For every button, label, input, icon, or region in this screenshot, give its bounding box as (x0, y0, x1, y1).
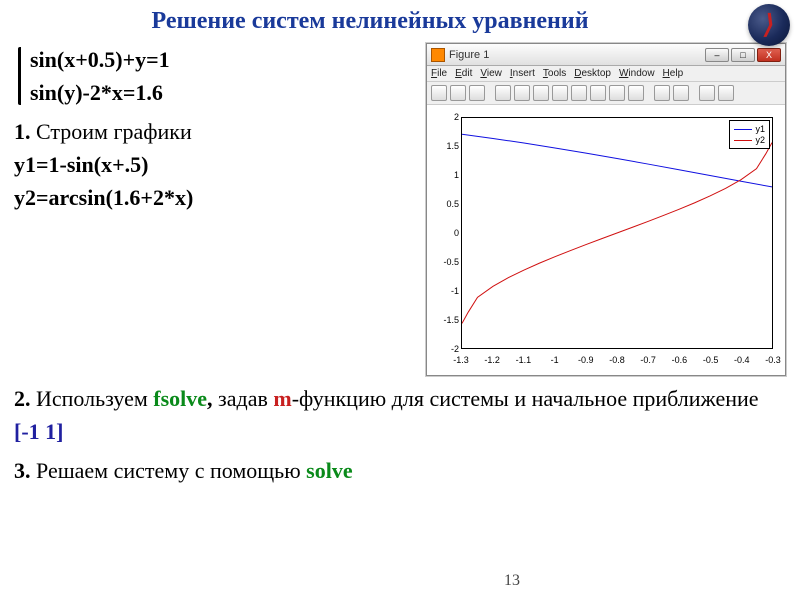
window-maximize-button[interactable]: □ (731, 48, 755, 62)
xtick: -1 (551, 355, 559, 365)
figure-window: Figure 1 – □ X File Edit View Insert Too… (426, 43, 786, 376)
xtick: -1.1 (516, 355, 532, 365)
toolbar-pan-icon[interactable] (552, 85, 568, 101)
toolbar-zoomout-icon[interactable] (533, 85, 549, 101)
window-close-button[interactable]: X (757, 48, 781, 62)
legend[interactable]: y1 y2 (729, 120, 770, 149)
menu-edit[interactable]: Edit (455, 68, 472, 79)
toolbar-showtools-icon[interactable] (718, 85, 734, 101)
legend-row-y2: y2 (734, 135, 765, 145)
y1-formula: y1=1-sin(x+.5) (14, 148, 416, 181)
menu-file[interactable]: File (431, 68, 447, 79)
xtick: -0.6 (672, 355, 688, 365)
menu-desktop[interactable]: Desktop (574, 68, 611, 79)
slide-title: Решение систем нелинейных уравнений (14, 8, 786, 35)
step-3-text-a: Решаем систему с помощью (31, 458, 307, 483)
solve-keyword: solve (306, 458, 352, 483)
toolbar-print-icon[interactable] (469, 85, 485, 101)
step-2-num: 2. (14, 386, 31, 411)
xtick: -0.4 (734, 355, 750, 365)
toolbar-new-icon[interactable] (431, 85, 447, 101)
step-2-text-b: задав (213, 386, 274, 411)
figure-titlebar[interactable]: Figure 1 – □ X (427, 44, 785, 66)
legend-label-y1: y1 (755, 124, 765, 134)
toolbar-link-icon[interactable] (628, 85, 644, 101)
figure-toolbar (427, 82, 785, 105)
legend-label-y2: y2 (755, 135, 765, 145)
xtick: -1.2 (484, 355, 500, 365)
legend-line-y1 (734, 129, 752, 130)
step-2: 2. Используем fsolve, задав m-функцию дл… (14, 382, 786, 448)
curve-y2 (462, 143, 772, 324)
step-2-text-a: Используем (31, 386, 154, 411)
equation-1: sin(x+0.5)+y=1 (30, 43, 416, 76)
toolbar-zoomin-icon[interactable] (514, 85, 530, 101)
ytick: -0.5 (427, 257, 459, 267)
xtick: -0.5 (703, 355, 719, 365)
window-minimize-button[interactable]: – (705, 48, 729, 62)
equation-system: sin(x+0.5)+y=1 sin(y)-2*x=1.6 (14, 43, 416, 109)
fsolve-keyword: fsolve (153, 386, 207, 411)
xtick: -0.8 (609, 355, 625, 365)
toolbar-datacursor-icon[interactable] (590, 85, 606, 101)
equation-2: sin(y)-2*x=1.6 (30, 76, 416, 109)
xtick: -0.3 (765, 355, 781, 365)
plot-curves (462, 118, 772, 348)
step-1-text: Строим графики (31, 119, 192, 144)
toolbar-ploteditor-icon[interactable] (699, 85, 715, 101)
step-3: 3. Решаем систему с помощью solve (14, 454, 786, 487)
step-2-text-c: -функцию для системы и начальное приближ… (292, 386, 759, 411)
menu-insert[interactable]: Insert (510, 68, 535, 79)
toolbar-rotate-icon[interactable] (571, 85, 587, 101)
plot-area: y1 y2 -2 -1.5 -1 -0.5 0 0.5 1 1.5 2 -1.3 -1.2 -1.1… (427, 105, 785, 375)
xtick: -0.7 (640, 355, 656, 365)
menu-help[interactable]: Help (663, 68, 684, 79)
xtick: -0.9 (578, 355, 594, 365)
page-number: 13 (504, 572, 520, 590)
ytick: -1 (427, 286, 459, 296)
xtick: -1.3 (453, 355, 469, 365)
ytick: 1 (427, 170, 459, 180)
figure-title: Figure 1 (449, 49, 705, 61)
menu-view[interactable]: View (480, 68, 502, 79)
toolbar-pointer-icon[interactable] (495, 85, 511, 101)
logo-badge: ⟩ (748, 4, 790, 46)
legend-row-y1: y1 (734, 124, 765, 134)
axes: y1 y2 (461, 117, 773, 349)
figure-menubar[interactable]: File Edit View Insert Tools Desktop Wind… (427, 66, 785, 82)
m-keyword: m (273, 386, 291, 411)
toolbar-colorbar-icon[interactable] (654, 85, 670, 101)
step-1-num: 1. (14, 119, 31, 144)
matlab-icon (431, 48, 445, 62)
step-1: 1. Строим графики (14, 115, 416, 148)
initial-approx: [-1 1] (14, 419, 63, 444)
ytick: 1.5 (427, 141, 459, 151)
ytick: 2 (427, 112, 459, 122)
logo-swoosh: ⟩ (761, 10, 776, 40)
ytick: 0.5 (427, 199, 459, 209)
toolbar-legend-icon[interactable] (673, 85, 689, 101)
menu-window[interactable]: Window (619, 68, 655, 79)
y2-formula: y2=arcsin(1.6+2*x) (14, 181, 416, 214)
ytick: -1.5 (427, 315, 459, 325)
menu-tools[interactable]: Tools (543, 68, 566, 79)
curve-y1 (462, 134, 772, 187)
legend-line-y2 (734, 140, 752, 141)
step-3-num: 3. (14, 458, 31, 483)
toolbar-save-icon[interactable] (450, 85, 466, 101)
ytick: -2 (427, 344, 459, 354)
toolbar-brush-icon[interactable] (609, 85, 625, 101)
ytick: 0 (427, 228, 459, 238)
